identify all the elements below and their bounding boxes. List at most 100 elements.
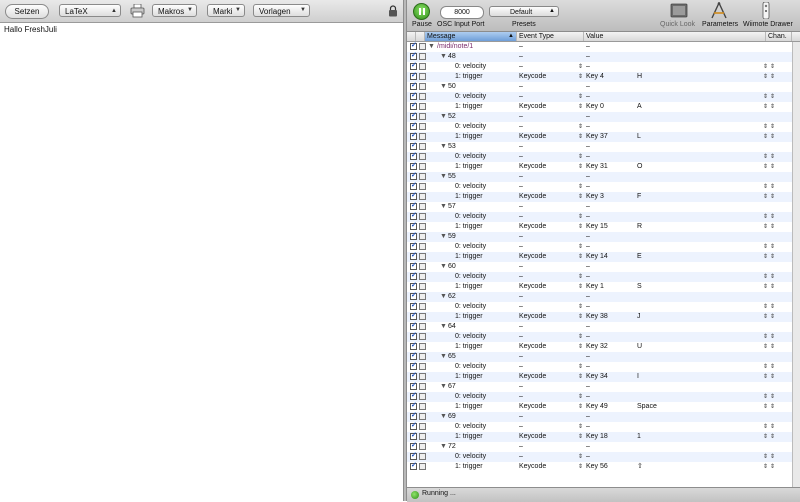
stepper-arrows-icon[interactable]: ⇕ [770,332,775,342]
disclosure-triangle-icon[interactable]: ▼ [440,232,447,242]
table-row-trigger[interactable]: 1: triggerKeycodeKey 0A⇕⇕⇕ [407,101,792,112]
stepper-arrows-icon[interactable]: ⇕ [763,422,768,432]
stepper-arrows-icon[interactable]: ⇕ [770,392,775,402]
stepper-arrows-icon[interactable]: ⇕ [578,132,583,142]
stepper-arrows-icon[interactable]: ⇕ [578,312,583,322]
stepper-arrows-icon[interactable]: ⇕ [763,182,768,192]
keycode-value[interactable]: Key 3 [586,192,604,202]
event-type-cell[interactable]: Keycode [519,102,546,112]
row-option-box[interactable] [419,373,426,380]
format-select[interactable]: LaTeX ▲ [59,4,121,17]
stepper-arrows-icon[interactable]: ⇕ [763,242,768,252]
lock-icon[interactable] [388,5,398,17]
table-row-velocity[interactable]: 0: velocity––⇕⇕⇕ [407,181,792,192]
table-row-velocity[interactable]: 0: velocity––⇕⇕⇕ [407,391,792,402]
stepper-arrows-icon[interactable]: ⇕ [578,222,583,232]
event-type-cell[interactable]: Keycode [519,72,546,82]
stepper-arrows-icon[interactable]: ⇕ [763,192,768,202]
stepper-arrows-icon[interactable]: ⇕ [578,452,583,462]
event-type-cell[interactable]: Keycode [519,462,546,472]
column-header-channel[interactable]: Chan. [766,32,792,41]
table-row-trigger[interactable]: 1: triggerKeycodeKey 34I⇕⇕⇕ [407,371,792,382]
stepper-arrows-icon[interactable]: ⇕ [770,102,775,112]
table-row-trigger[interactable]: 1: triggerKeycodeKey 37L⇕⇕⇕ [407,131,792,142]
stepper-arrows-icon[interactable]: ⇕ [763,342,768,352]
enable-checkbox[interactable] [410,211,417,221]
keycode-value[interactable]: Key 14 [586,252,608,262]
stepper-arrows-icon[interactable]: ⇕ [578,212,583,222]
table-row-note[interactable]: ▼62 – – [407,291,792,302]
table-row-velocity[interactable]: 0: velocity––⇕⇕⇕ [407,301,792,312]
enable-checkbox[interactable] [410,411,417,421]
stepper-arrows-icon[interactable]: ⇕ [578,372,583,382]
stepper-arrows-icon[interactable]: ⇕ [763,372,768,382]
table-row-velocity[interactable]: 0: velocity––⇕⇕⇕ [407,151,792,162]
event-type-cell[interactable]: Keycode [519,432,546,442]
enable-checkbox[interactable] [410,161,417,171]
enable-checkbox[interactable] [410,181,417,191]
stepper-arrows-icon[interactable]: ⇕ [770,342,775,352]
enable-checkbox[interactable] [410,91,417,101]
row-option-box[interactable] [419,153,426,160]
stepper-arrows-icon[interactable]: ⇕ [770,432,775,442]
printer-icon[interactable] [130,4,145,18]
table-row-velocity[interactable]: 0: velocity––⇕⇕⇕ [407,91,792,102]
enable-checkbox[interactable] [410,351,417,361]
event-type-cell[interactable]: Keycode [519,282,546,292]
keycode-value[interactable]: Key 37 [586,132,608,142]
stepper-arrows-icon[interactable]: ⇕ [763,302,768,312]
row-option-box[interactable] [419,143,426,150]
row-option-box[interactable] [419,393,426,400]
pause-button[interactable] [413,3,430,20]
stepper-arrows-icon[interactable]: ⇕ [578,162,583,172]
enable-checkbox[interactable] [410,331,417,341]
enable-checkbox[interactable] [410,461,417,471]
enable-checkbox[interactable] [410,171,417,181]
enable-checkbox[interactable] [410,361,417,371]
stepper-arrows-icon[interactable]: ⇕ [763,72,768,82]
stepper-arrows-icon[interactable]: ⇕ [770,122,775,132]
row-option-box[interactable] [419,273,426,280]
row-option-box[interactable] [419,213,426,220]
row-option-box[interactable] [419,73,426,80]
enable-checkbox[interactable] [410,261,417,271]
stepper-arrows-icon[interactable]: ⇕ [770,242,775,252]
stepper-arrows-icon[interactable]: ⇕ [763,452,768,462]
table-row-velocity[interactable]: 0: velocity––⇕⇕⇕ [407,211,792,222]
table-row-trigger[interactable]: 1: triggerKeycodeKey 38J⇕⇕⇕ [407,311,792,322]
table-row-note[interactable]: ▼60 – – [407,261,792,272]
table-row-velocity[interactable]: 0: velocity––⇕⇕⇕ [407,241,792,252]
makros-menu[interactable]: Makros ▼ [152,4,197,17]
table-row-trigger[interactable]: 1: triggerKeycodeKey 56⇧⇕⇕⇕ [407,461,792,472]
stepper-arrows-icon[interactable]: ⇕ [770,362,775,372]
event-type-cell[interactable]: Keycode [519,222,546,232]
quick-look-icon[interactable] [670,2,688,19]
disclosure-triangle-icon[interactable]: ▼ [440,442,447,452]
enable-checkbox[interactable] [410,101,417,111]
table-row-velocity[interactable]: 0: velocity––⇕⇕⇕ [407,361,792,372]
stepper-arrows-icon[interactable]: ⇕ [770,62,775,72]
disclosure-triangle-icon[interactable]: ▼ [440,112,447,122]
row-option-box[interactable] [419,163,426,170]
enable-checkbox[interactable] [410,391,417,401]
stepper-arrows-icon[interactable]: ⇕ [578,182,583,192]
row-option-box[interactable] [419,283,426,290]
stepper-arrows-icon[interactable]: ⇕ [770,162,775,172]
enable-checkbox[interactable] [410,221,417,231]
stepper-arrows-icon[interactable]: ⇕ [578,282,583,292]
stepper-arrows-icon[interactable]: ⇕ [770,452,775,462]
row-option-box[interactable] [419,193,426,200]
stepper-arrows-icon[interactable]: ⇕ [578,362,583,372]
keycode-value[interactable]: Key 31 [586,162,608,172]
stepper-arrows-icon[interactable]: ⇕ [578,242,583,252]
row-option-box[interactable] [419,173,426,180]
row-option-box[interactable] [419,133,426,140]
table-row-velocity[interactable]: 0: velocity––⇕⇕⇕ [407,121,792,132]
column-header-flag[interactable] [416,32,425,41]
table-row-note[interactable]: ▼53 – – [407,141,792,152]
stepper-arrows-icon[interactable]: ⇕ [770,372,775,382]
event-type-cell[interactable]: Keycode [519,312,546,322]
enable-checkbox[interactable] [410,131,417,141]
table-row-velocity[interactable]: 0: velocity––⇕⇕⇕ [407,61,792,72]
table-row-note[interactable]: ▼48 – – [407,51,792,62]
